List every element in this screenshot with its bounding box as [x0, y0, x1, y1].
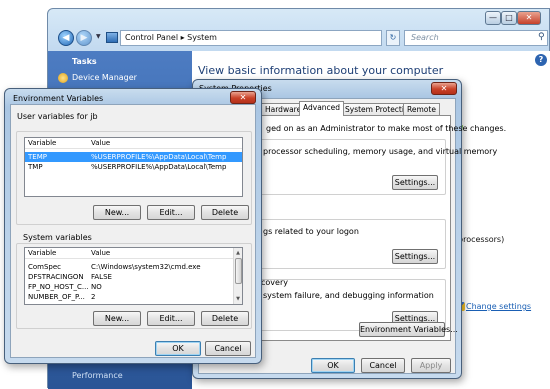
system-new-button[interactable]: New... [93, 311, 141, 326]
column-variable[interactable]: Variable [28, 248, 88, 259]
variable-cell: TEMP [28, 153, 47, 161]
scrollbar[interactable]: ▲ ▼ [233, 248, 242, 304]
window-close-button[interactable]: ✕ [517, 11, 541, 25]
list-header: Variable Value [25, 248, 242, 259]
variable-cell: FP_NO_HOST_C... [28, 283, 89, 291]
cancel-button[interactable]: Cancel [361, 358, 405, 373]
search-input[interactable]: Search [404, 30, 548, 46]
table-row[interactable]: TEMP %USERPROFILE%\AppData\Local\Temp [25, 152, 242, 162]
window-title-buttons: — □ ✕ [485, 11, 541, 25]
list-header: Variable Value [25, 138, 242, 149]
variable-cell: NUMBER_OF_P... [28, 293, 85, 301]
scroll-up-icon[interactable]: ▲ [234, 249, 242, 257]
user-edit-button[interactable]: Edit... [147, 205, 195, 220]
value-cell: %USERPROFILE%\AppData\Local\Temp [91, 153, 227, 161]
apply-button[interactable]: Apply [411, 358, 451, 373]
performance-description: processor scheduling, memory usage, and … [263, 147, 498, 156]
value-cell: C:\Windows\system32\cmd.exe [91, 263, 201, 271]
value-cell: FALSE [91, 273, 112, 281]
close-button[interactable]: ✕ [431, 82, 457, 95]
help-icon[interactable]: ? [535, 54, 547, 66]
system-variables-label: System variables [23, 233, 92, 242]
minimize-button[interactable]: — [485, 11, 501, 25]
system-edit-button[interactable]: Edit... [147, 311, 195, 326]
user-profiles-group: gs related to your logon Settings... [258, 219, 446, 269]
dialog-title: Environment Variables [13, 94, 104, 103]
system-variables-list[interactable]: Variable Value ComSpec C:\Windows\system… [24, 247, 243, 305]
table-row[interactable]: NUMBER_OF_P... 2 [25, 292, 242, 302]
startup-recovery-heading: covery [261, 278, 288, 287]
table-row[interactable]: ComSpec C:\Windows\system32\cmd.exe [25, 262, 242, 272]
value-cell: NO [91, 283, 102, 291]
performance-group: processor scheduling, memory usage, and … [258, 139, 497, 195]
close-button[interactable]: ✕ [230, 91, 256, 104]
variable-cell: TMP [28, 163, 43, 171]
column-variable[interactable]: Variable [28, 138, 88, 149]
environment-variables-button[interactable]: Environment Variables... [359, 322, 458, 337]
table-row[interactable]: FP_NO_HOST_C... NO [25, 282, 242, 292]
page-title: View basic information about your comput… [198, 64, 444, 77]
sidebar-heading: Tasks [72, 57, 97, 66]
cancel-button[interactable]: Cancel [205, 341, 251, 356]
shield-icon [58, 73, 68, 83]
ok-button[interactable]: OK [155, 341, 201, 356]
scroll-down-icon[interactable]: ▼ [234, 295, 242, 303]
scroll-thumb[interactable] [235, 258, 242, 284]
variable-cell: DFSTRACINGON [28, 273, 84, 281]
user-variables-list[interactable]: Variable Value TEMP %USERPROFILE%\AppDat… [24, 137, 243, 197]
navigation-bar: ◀ ▶ ▼ Control Panel ▸ System ↻ Search ⚲ [48, 27, 550, 49]
user-delete-button[interactable]: Delete [201, 205, 249, 220]
tab-remote[interactable]: Remote [403, 103, 440, 115]
environment-variables-dialog: Environment Variables ✕ User variables f… [4, 88, 262, 364]
tab-advanced[interactable]: Advanced [299, 101, 345, 116]
sidebar-item-performance[interactable]: Performance [72, 371, 123, 380]
user-profiles-description: gs related to your logon [263, 227, 359, 236]
recent-pages-icon[interactable]: ▼ [96, 33, 104, 41]
user-new-button[interactable]: New... [93, 205, 141, 220]
forward-icon[interactable]: ▶ [76, 30, 92, 46]
change-settings-link[interactable]: Change settings [466, 302, 531, 311]
address-bar[interactable]: Control Panel ▸ System [120, 30, 382, 46]
user-profiles-settings-button[interactable]: Settings... [392, 249, 438, 264]
maximize-button[interactable]: □ [501, 11, 517, 25]
variable-cell: ComSpec [28, 263, 62, 271]
dialog-body: User variables for jb Variable Value TEM… [10, 104, 256, 358]
column-value[interactable]: Value [91, 248, 231, 259]
value-cell: 2 [91, 293, 96, 301]
sidebar-item-device-manager[interactable]: Device Manager [72, 73, 137, 82]
performance-settings-button[interactable]: Settings... [392, 175, 438, 190]
control-panel-icon [106, 32, 118, 43]
system-delete-button[interactable]: Delete [201, 311, 249, 326]
value-cell: %USERPROFILE%\AppData\Local\Temp [91, 163, 227, 171]
startup-recovery-description: system failure, and debugging informatio… [263, 291, 434, 300]
user-variables-label: User variables for jb [17, 112, 98, 121]
table-row[interactable]: DFSTRACINGON FALSE [25, 272, 242, 282]
table-row[interactable]: TMP %USERPROFILE%\AppData\Local\Temp [25, 162, 242, 172]
refresh-icon[interactable]: ↻ [386, 30, 400, 46]
ok-button[interactable]: OK [311, 358, 355, 373]
search-icon[interactable]: ⚲ [538, 32, 545, 42]
back-icon[interactable]: ◀ [58, 30, 74, 46]
processors-text: processors) [458, 235, 505, 244]
admin-note: ged on as an Administrator to make most … [266, 124, 507, 133]
column-value[interactable]: Value [91, 138, 241, 149]
